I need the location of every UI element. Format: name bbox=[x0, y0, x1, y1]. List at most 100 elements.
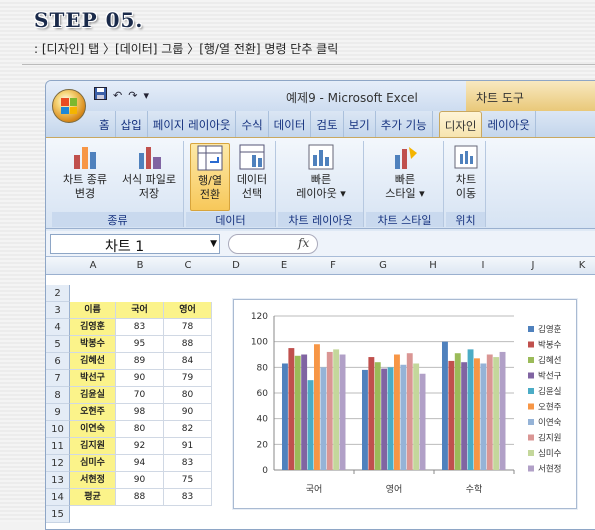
table-header-cell[interactable]: 영어 bbox=[164, 302, 212, 319]
chart-object[interactable]: 0 20 40 60 80 100 120 국어 영어 수학 김영훈 박봉수 김혜선 박선구 김윤실 오현주 이… bbox=[233, 299, 577, 509]
column-header-j[interactable]: J bbox=[508, 260, 558, 271]
row-header-9[interactable]: 9 bbox=[46, 404, 70, 421]
column-header-g[interactable]: G bbox=[358, 260, 408, 271]
table-cell[interactable]: 95 bbox=[116, 336, 164, 353]
table-cell[interactable]: 98 bbox=[116, 404, 164, 421]
tab-insert[interactable]: 삽입 bbox=[116, 111, 148, 137]
column-header-a[interactable]: A bbox=[70, 260, 116, 271]
table-cell[interactable]: 94 bbox=[116, 455, 164, 472]
table-cell[interactable]: 88 bbox=[164, 336, 212, 353]
change-chart-type-button[interactable]: 차트 종류 변경 bbox=[54, 143, 116, 201]
table-cell[interactable]: 84 bbox=[164, 353, 212, 370]
table-cell[interactable]: 박선구 bbox=[70, 370, 116, 387]
row-header-14[interactable]: 14 bbox=[46, 489, 70, 506]
table-cell[interactable]: 이연숙 bbox=[70, 421, 116, 438]
tab-add-ins[interactable]: 추가 기능 bbox=[376, 111, 433, 137]
table-cell[interactable]: 83 bbox=[116, 319, 164, 336]
tab-page-layout[interactable]: 페이지 레이아웃 bbox=[148, 111, 237, 137]
move-chart-button[interactable]: 차트 이동 bbox=[450, 143, 482, 201]
table-cell[interactable]: 80 bbox=[164, 387, 212, 404]
table-cell[interactable]: 90 bbox=[164, 404, 212, 421]
chevron-down-icon[interactable]: ▼ bbox=[210, 239, 217, 249]
row-header-10[interactable]: 10 bbox=[46, 421, 70, 438]
undo-icon[interactable]: ↶ bbox=[113, 89, 122, 102]
table-cell[interactable]: 서현정 bbox=[70, 472, 116, 489]
column-header-h[interactable]: H bbox=[408, 260, 458, 271]
table-cell[interactable]: 90 bbox=[116, 370, 164, 387]
tab-data[interactable]: 데이터 bbox=[269, 111, 312, 137]
group-location-label: 위치 bbox=[446, 212, 485, 227]
bar bbox=[394, 354, 400, 470]
tab-design[interactable]: 디자인 bbox=[438, 111, 483, 137]
template-chart-icon bbox=[135, 143, 163, 171]
row-header-11[interactable]: 11 bbox=[46, 438, 70, 455]
tab-formulas[interactable]: 수식 bbox=[236, 111, 269, 137]
fx-icon[interactable]: fx bbox=[298, 236, 309, 250]
row-header-2[interactable]: 2 bbox=[46, 285, 70, 302]
chart-svg: 0 20 40 60 80 100 120 국어 영어 수학 김영훈박봉수김혜선박선구김윤실오현주이… bbox=[251, 312, 562, 495]
table-cell[interactable]: 심미수 bbox=[70, 455, 116, 472]
save-icon[interactable] bbox=[94, 87, 107, 103]
table-cell[interactable]: 70 bbox=[116, 387, 164, 404]
column-header-c[interactable]: C bbox=[164, 260, 212, 271]
table-cell[interactable]: 79 bbox=[164, 370, 212, 387]
table-cell[interactable]: 김혜선 bbox=[70, 353, 116, 370]
tab-home[interactable]: 홈 bbox=[94, 111, 116, 137]
bar bbox=[381, 368, 388, 470]
name-box[interactable]: 차트 1 ▼ bbox=[50, 234, 220, 255]
column-header-e[interactable]: E bbox=[260, 260, 308, 271]
row-header-6[interactable]: 6 bbox=[46, 353, 70, 370]
tab-review[interactable]: 검토 bbox=[311, 111, 344, 137]
average-cell[interactable]: 88 bbox=[116, 489, 164, 506]
row-header-12[interactable]: 12 bbox=[46, 455, 70, 472]
table-cell[interactable]: 83 bbox=[164, 455, 212, 472]
table-header-cell[interactable]: 국어 bbox=[116, 302, 164, 319]
row-header-3[interactable]: 3 bbox=[46, 302, 70, 319]
worksheet[interactable]: ABCDEFGHIJK 2 3 4 5 6 7 8 9 10 11 12 13 14 15 이름 국어 영어 김영… bbox=[46, 257, 595, 529]
table-cell[interactable]: 89 bbox=[116, 353, 164, 370]
table-cell[interactable]: 오현주 bbox=[70, 404, 116, 421]
switch-row-column-button[interactable]: 행/열 전환 bbox=[190, 143, 230, 211]
table-header-cell[interactable]: 이름 bbox=[70, 302, 116, 319]
redo-icon[interactable]: ↷ bbox=[128, 89, 137, 102]
column-header-k[interactable]: K bbox=[558, 260, 595, 271]
table-cell[interactable]: 80 bbox=[116, 421, 164, 438]
table-cell[interactable]: 78 bbox=[164, 319, 212, 336]
column-header-f[interactable]: F bbox=[308, 260, 358, 271]
instruction-text: : [디자인] 탭 〉[데이터] 그룹 〉[행/열 전환] 명령 단추 클릭 bbox=[34, 42, 339, 56]
table-cell[interactable]: 92 bbox=[116, 438, 164, 455]
quick-style-button[interactable]: 빠른 스타일 ▾ bbox=[372, 143, 438, 201]
column-header-d[interactable]: D bbox=[212, 260, 260, 271]
table-cell[interactable]: 박봉수 bbox=[70, 336, 116, 353]
row-header-8[interactable]: 8 bbox=[46, 387, 70, 404]
save-as-template-button[interactable]: 서식 파일로 저장 bbox=[116, 143, 182, 201]
group-chart-style: 빠른 스타일 ▾ 차트 스타일 bbox=[366, 141, 444, 227]
row-header-4[interactable]: 4 bbox=[46, 319, 70, 336]
column-header-b[interactable]: B bbox=[116, 260, 164, 271]
average-cell[interactable]: 평균 bbox=[70, 489, 116, 506]
row-header-5[interactable]: 5 bbox=[46, 336, 70, 353]
tab-layout[interactable]: 레이아웃 bbox=[482, 111, 536, 137]
table-cell[interactable]: 김영훈 bbox=[70, 319, 116, 336]
table-cell[interactable]: 김지원 bbox=[70, 438, 116, 455]
table-cell[interactable]: 91 bbox=[164, 438, 212, 455]
average-cell[interactable]: 83 bbox=[164, 489, 212, 506]
bar bbox=[326, 351, 333, 470]
quick-layout-button[interactable]: 빠른 레이아웃 ▾ bbox=[284, 143, 358, 201]
row-header-15[interactable]: 15 bbox=[46, 506, 70, 523]
tab-view[interactable]: 보기 bbox=[344, 111, 376, 137]
bar bbox=[333, 349, 340, 470]
column-header-i[interactable]: I bbox=[458, 260, 508, 271]
office-button[interactable] bbox=[52, 89, 86, 123]
table-cell[interactable]: 75 bbox=[164, 472, 212, 489]
legend-label: 이연숙 bbox=[538, 417, 562, 428]
customize-qat-icon[interactable]: ▾ bbox=[143, 89, 149, 102]
table-cell[interactable]: 82 bbox=[164, 421, 212, 438]
row-header-7[interactable]: 7 bbox=[46, 370, 70, 387]
table-cell[interactable]: 김윤실 bbox=[70, 387, 116, 404]
select-data-button[interactable]: 데이터 선택 bbox=[232, 143, 272, 201]
row-header-13[interactable]: 13 bbox=[46, 472, 70, 489]
y-tick-label: 100 bbox=[251, 338, 268, 348]
table-cell[interactable]: 90 bbox=[116, 472, 164, 489]
group-location: 차트 이동 위치 bbox=[446, 141, 486, 227]
